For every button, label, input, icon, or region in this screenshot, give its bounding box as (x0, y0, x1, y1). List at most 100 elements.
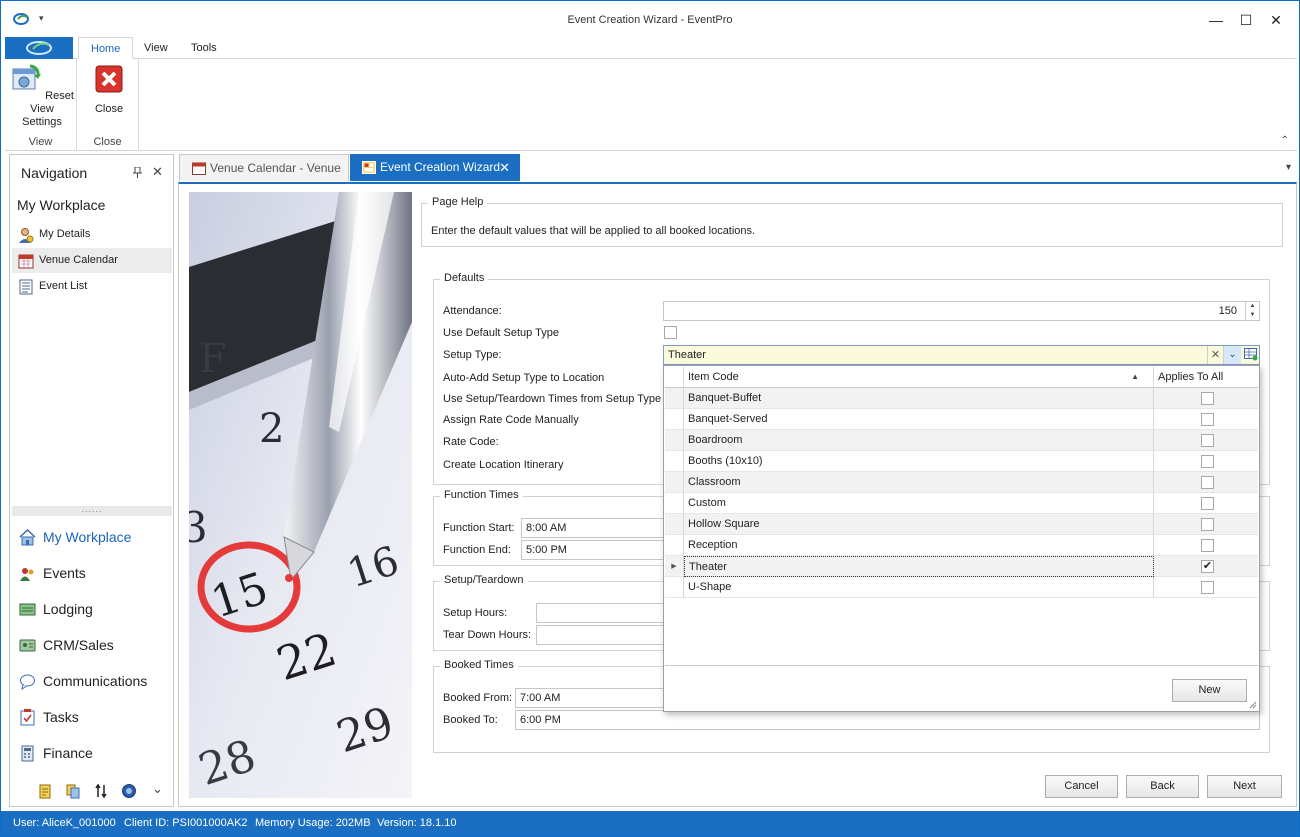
setup-type-lookup-icon[interactable] (1244, 348, 1258, 361)
table-row[interactable]: Custom (665, 493, 1258, 514)
module-finance[interactable]: Finance (18, 738, 173, 768)
row-header-corner (665, 367, 684, 388)
table-row[interactable]: ▶ Theater ✔ (665, 556, 1258, 577)
nav-item-label: Event List (39, 280, 88, 292)
ribbon-group-view: Reset View Settings View (5, 59, 77, 151)
item-code-cell[interactable]: Classroom (684, 472, 1154, 493)
item-code-cell[interactable]: Custom (684, 493, 1154, 514)
pin-icon[interactable] (133, 167, 142, 178)
module-communications[interactable]: Communications (18, 666, 173, 696)
table-row[interactable]: Banquet-Served (665, 409, 1258, 430)
close-window-button[interactable]: ✕ (1261, 9, 1291, 31)
item-code-cell[interactable]: Reception (684, 535, 1154, 556)
table-row[interactable]: Reception (665, 535, 1258, 556)
applies-to-all-checkbox[interactable] (1201, 497, 1214, 510)
globe-icon[interactable] (121, 783, 137, 799)
ribbon-tab-tools[interactable]: Tools (179, 37, 229, 59)
use-default-setup-checkbox[interactable] (664, 326, 677, 339)
table-row[interactable]: Classroom (665, 472, 1258, 493)
attendance-spinner[interactable]: ▲ ▼ (1245, 302, 1259, 320)
module-crm-sales[interactable]: CRM/Sales (18, 630, 173, 660)
module-lodging[interactable]: Lodging (18, 594, 173, 624)
resize-grip-icon[interactable] (1249, 701, 1257, 709)
module-events[interactable]: Events (18, 558, 173, 588)
navigation-close-icon[interactable]: ✕ (152, 164, 163, 180)
item-code-cell[interactable]: Banquet-Served (684, 409, 1154, 430)
use-default-setup-label: Use Default Setup Type (443, 327, 559, 339)
row-indicator (665, 388, 684, 409)
module-tasks[interactable]: Tasks (18, 702, 173, 732)
back-button[interactable]: Back (1126, 775, 1199, 798)
table-row[interactable]: U-Shape (665, 577, 1258, 598)
column-header-label: Item Code (688, 371, 739, 383)
item-code-cell[interactable]: Hollow Square (684, 514, 1154, 535)
close-button[interactable]: Close (89, 63, 129, 116)
row-indicator (665, 577, 684, 598)
clear-setup-type-icon[interactable]: ✕ (1207, 346, 1223, 364)
applies-to-all-checkbox[interactable] (1201, 476, 1214, 489)
teardown-hours-label: Tear Down Hours: (443, 629, 532, 641)
setup-type-grid: Item Code ▲ Applies To All Banquet-Buffe… (665, 367, 1258, 666)
booked-times-title: Booked Times (440, 659, 518, 671)
cancel-button[interactable]: Cancel (1045, 775, 1118, 798)
application-menu-button[interactable] (5, 37, 73, 59)
column-header-item-code[interactable]: Item Code ▲ (684, 367, 1154, 388)
item-code-cell[interactable]: Booths (10x10) (684, 451, 1154, 472)
nav-item-my-details[interactable]: My Details (12, 222, 172, 247)
applies-to-all-checkbox[interactable] (1201, 455, 1214, 468)
navigation-footer: ⌄ (10, 777, 173, 805)
table-row[interactable]: Banquet-Buffet (665, 388, 1258, 409)
item-code-cell[interactable]: Banquet-Buffet (684, 388, 1154, 409)
item-code-cell[interactable]: Boardroom (684, 430, 1154, 451)
navigation-splitter[interactable]: ...... (12, 505, 172, 516)
tab-event-creation-wizard[interactable]: Event Creation Wizard ✕ (350, 154, 520, 181)
applies-to-all-checkbox[interactable] (1201, 392, 1214, 405)
booked-to-input[interactable]: 6:00 PM (515, 710, 1260, 730)
new-setup-type-button[interactable]: New (1172, 679, 1247, 702)
notes-icon[interactable] (37, 783, 53, 799)
attendance-input[interactable]: 150 ▲ ▼ (663, 301, 1260, 321)
table-row[interactable]: Boardroom (665, 430, 1258, 451)
collapse-ribbon-icon[interactable]: ⌃ (1281, 135, 1289, 146)
configure-buttons-icon[interactable]: ⌄ (152, 781, 163, 797)
ribbon-tab-home[interactable]: Home (78, 37, 134, 59)
applies-to-all-checkbox[interactable] (1201, 581, 1214, 594)
navigation-pane: Navigation ✕ My Workplace My Details Ven… (9, 154, 174, 807)
item-code-cell[interactable]: U-Shape (684, 577, 1154, 598)
photo-number: F (199, 336, 227, 382)
table-row[interactable]: Hollow Square (665, 514, 1258, 535)
next-button[interactable]: Next (1207, 775, 1282, 798)
close-tab-icon[interactable]: ✕ (499, 154, 510, 181)
ribbon-tab-view[interactable]: View (132, 37, 180, 59)
applies-to-all-checkbox[interactable] (1201, 434, 1214, 447)
table-row[interactable]: Booths (10x10) (665, 451, 1258, 472)
item-code-cell[interactable]: Theater (684, 556, 1154, 577)
setup-type-dropdown-icon[interactable]: ⌄ (1223, 346, 1241, 364)
setup-type-combo[interactable]: Theater ✕ ⌄ (663, 345, 1260, 365)
maximize-button[interactable]: ☐ (1231, 9, 1261, 31)
row-indicator (665, 451, 684, 472)
documents-icon[interactable] (65, 783, 81, 799)
nav-item-event-list[interactable]: Event List (12, 274, 172, 299)
function-end-label: Function End: (443, 544, 511, 556)
applies-to-all-checkbox[interactable]: ✔ (1201, 560, 1214, 573)
tab-list-dropdown-icon[interactable]: ▾ (1286, 162, 1291, 173)
booked-from-label: Booked From: (443, 692, 513, 704)
minimize-button[interactable]: — (1201, 9, 1231, 31)
module-my-workplace[interactable]: My Workplace (18, 522, 173, 552)
column-header-applies-to-all[interactable]: Applies To All (1154, 367, 1258, 388)
ribbon-body: Reset View Settings View Close Close ⌃ (5, 59, 1297, 151)
user-icon (19, 228, 34, 243)
page-help-group: Page Help Enter the default values that … (421, 196, 1283, 247)
app-window: ▾ Event Creation Wizard - EventPro — ☐ ✕… (0, 0, 1300, 837)
calendar-icon (192, 162, 206, 175)
sort-arrows-icon[interactable] (93, 783, 109, 799)
nav-item-venue-calendar[interactable]: Venue Calendar (12, 248, 172, 273)
tab-venue-calendar[interactable]: Venue Calendar - Venue (179, 154, 349, 181)
status-memory: Memory Usage: 202MB (255, 817, 371, 829)
applies-to-all-checkbox[interactable] (1201, 518, 1214, 531)
reset-view-settings-button[interactable]: Reset View Settings (9, 63, 75, 129)
applies-to-all-checkbox[interactable] (1201, 539, 1214, 552)
row-indicator (665, 430, 684, 451)
applies-to-all-checkbox[interactable] (1201, 413, 1214, 426)
